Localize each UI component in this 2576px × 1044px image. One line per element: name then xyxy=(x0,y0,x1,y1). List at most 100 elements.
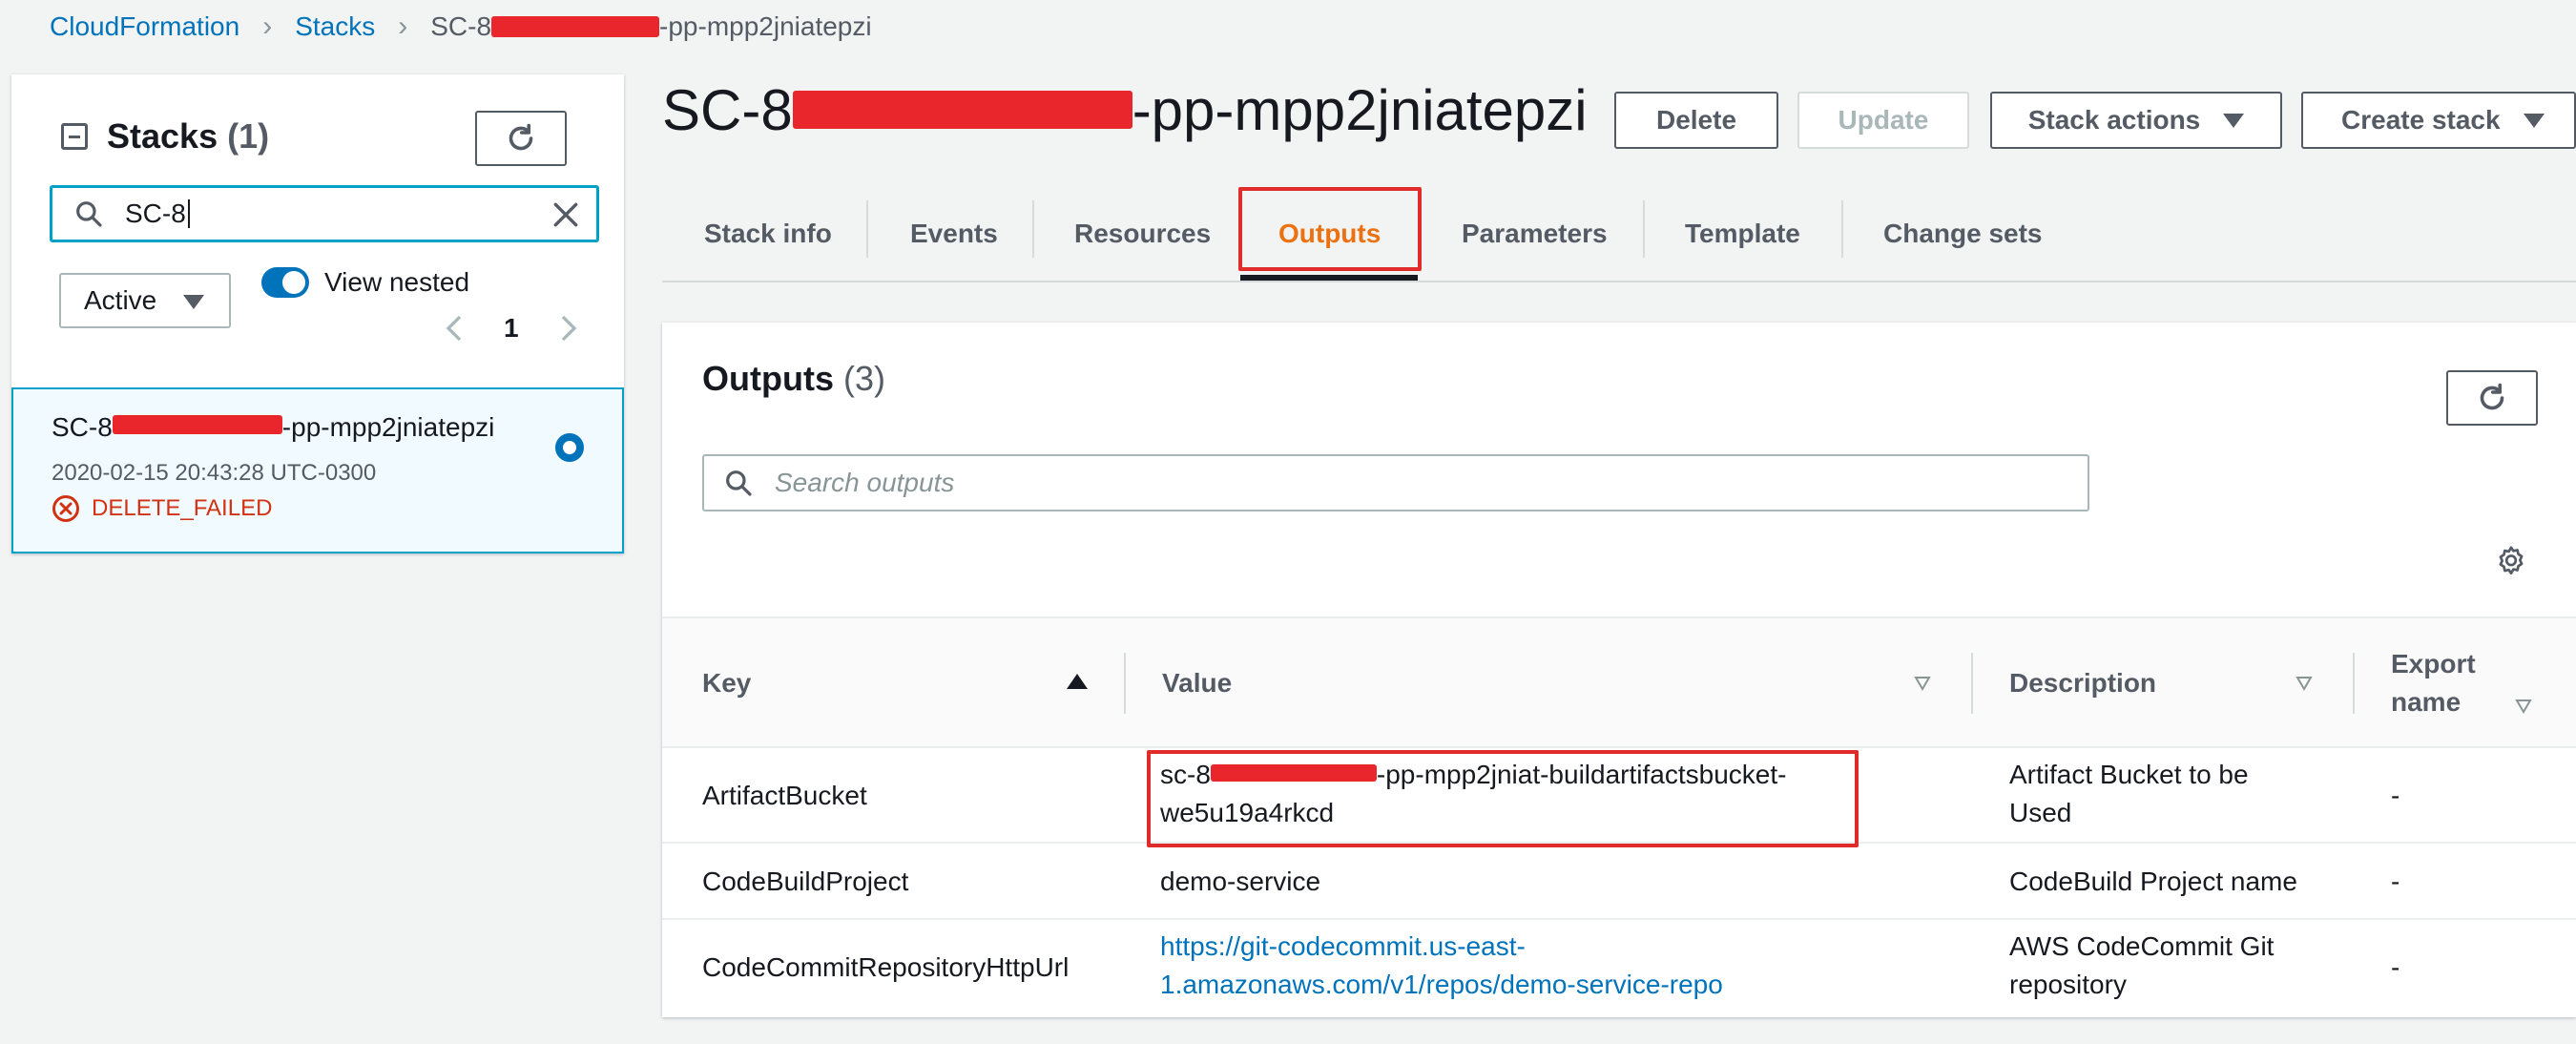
annotation-highlight-box xyxy=(1147,750,1859,847)
stacks-panel-count: (1) xyxy=(227,116,270,156)
tab-parameters[interactable]: Parameters xyxy=(1462,187,1608,281)
status-filter-value: Active xyxy=(84,285,157,315)
outputs-count: (3) xyxy=(843,359,885,398)
stacks-search-input[interactable]: SC-8 xyxy=(50,185,599,242)
clear-icon[interactable] xyxy=(551,199,581,230)
output-description: Artifact Bucket to be Used xyxy=(2009,756,2249,832)
table-row: CodeCommitRepositoryHttpUrl https://git-… xyxy=(662,920,2576,1017)
breadcrumb-separator-icon: › xyxy=(398,10,408,42)
chevron-left-icon[interactable] xyxy=(443,314,466,343)
collapse-icon[interactable] xyxy=(61,123,88,150)
stack-select-radio[interactable] xyxy=(555,433,584,462)
error-icon xyxy=(52,495,79,522)
output-description: AWS CodeCommit Git repository xyxy=(2009,928,2274,1004)
gear-icon[interactable] xyxy=(2494,544,2528,578)
delete-button[interactable]: Delete xyxy=(1614,92,1778,149)
output-key: CodeBuildProject xyxy=(702,867,909,896)
stack-name-prefix: SC-8 xyxy=(52,412,113,442)
annotation-highlight-box xyxy=(1238,187,1422,271)
redaction-mark xyxy=(491,16,660,37)
output-value-link[interactable]: https://git-codecommit.us-east- 1.amazon… xyxy=(1160,928,1723,1004)
stack-list-item[interactable]: SC-8 -pp-mpp2jniatepzi 2020-02-15 20:43:… xyxy=(11,387,624,553)
breadcrumb-current-prefix: SC-8 xyxy=(430,11,492,41)
tab-change-sets[interactable]: Change sets xyxy=(1883,187,2043,281)
active-tab-indicator xyxy=(1240,275,1418,281)
output-description-line-2: repository xyxy=(2009,970,2127,999)
caret-down-icon xyxy=(183,295,204,309)
chevron-right-icon[interactable] xyxy=(557,314,580,343)
output-key: CodeCommitRepositoryHttpUrl xyxy=(702,952,1070,982)
toggle-knob xyxy=(282,271,305,294)
stack-name: SC-8 -pp-mpp2jniatepzi xyxy=(52,412,494,443)
output-description-line-2: Used xyxy=(2009,798,2072,827)
breadcrumb: CloudFormation › Stacks › SC-8 -pp-mpp2j… xyxy=(50,8,872,46)
page-title: SC-8 -pp-mpp2jniatepzi xyxy=(662,76,1588,143)
column-header-description[interactable]: Description xyxy=(2009,618,2156,748)
breadcrumb-cloudformation-link[interactable]: CloudFormation xyxy=(50,11,239,42)
output-description-line-1: Artifact Bucket to be xyxy=(2009,760,2249,789)
output-description-line-1: AWS CodeCommit Git xyxy=(2009,931,2275,961)
refresh-icon xyxy=(509,123,533,151)
breadcrumb-current: SC-8 -pp-mpp2jniatepzi xyxy=(430,11,871,42)
tab-divider xyxy=(1032,200,1034,258)
view-nested-toggle[interactable] xyxy=(261,267,309,298)
stack-status-text: DELETE_FAILED xyxy=(92,495,273,521)
breadcrumb-stacks-link[interactable]: Stacks xyxy=(295,11,375,42)
tab-template[interactable]: Template xyxy=(1685,187,1800,281)
stacks-search-value: SC-8 xyxy=(125,198,186,228)
caret-down-icon xyxy=(2523,113,2545,128)
output-value-link-line-2: 1.amazonaws.com/v1/repos/demo-service-re… xyxy=(1160,970,1723,999)
output-value: demo-service xyxy=(1160,867,1321,896)
output-description: CodeBuild Project name xyxy=(2009,867,2297,896)
status-filter-select[interactable]: Active xyxy=(59,273,231,328)
refresh-outputs-button[interactable] xyxy=(2446,370,2538,426)
stack-actions-label: Stack actions xyxy=(2027,105,2201,135)
update-button[interactable]: Update xyxy=(1797,92,1969,149)
search-icon xyxy=(76,201,102,227)
output-key: ArtifactBucket xyxy=(702,781,867,810)
sort-icon[interactable] xyxy=(2515,699,2532,714)
outputs-search-input[interactable] xyxy=(775,468,2015,498)
column-header-key[interactable]: Key xyxy=(702,618,751,748)
tab-resources[interactable]: Resources xyxy=(1074,187,1211,281)
text-cursor xyxy=(187,199,190,228)
outputs-title-text: Outputs xyxy=(702,359,834,398)
pagination: 1 xyxy=(443,313,580,344)
stacks-panel: Stacks (1) SC-8 Active View nested 1 SC-… xyxy=(11,74,624,553)
column-divider xyxy=(1124,653,1126,714)
output-export-name: - xyxy=(2391,867,2400,896)
sort-icon[interactable] xyxy=(1914,676,1931,691)
output-export-name: - xyxy=(2391,781,2400,810)
tab-divider xyxy=(866,200,868,258)
outputs-search-field[interactable] xyxy=(702,454,2089,512)
tab-events[interactable]: Events xyxy=(910,187,998,281)
current-page[interactable]: 1 xyxy=(504,313,519,344)
create-stack-label: Create stack xyxy=(2341,105,2501,135)
stack-actions-button[interactable]: Stack actions xyxy=(1990,92,2282,149)
tab-divider xyxy=(1643,200,1645,258)
caret-down-icon xyxy=(2223,113,2245,128)
column-divider xyxy=(2353,653,2355,714)
breadcrumb-separator-icon: › xyxy=(262,10,273,42)
column-divider xyxy=(1971,653,1973,714)
tab-stack-info[interactable]: Stack info xyxy=(704,187,832,281)
stacks-panel-header: Stacks (1) xyxy=(61,116,269,157)
redaction-mark xyxy=(112,415,282,434)
column-header-export-name[interactable]: Export name xyxy=(2391,618,2505,748)
sort-ascending-icon[interactable] xyxy=(1067,674,1088,689)
stack-status: DELETE_FAILED xyxy=(52,494,272,523)
table-row: CodeBuildProject demo-service CodeBuild … xyxy=(662,844,2576,920)
stacks-panel-title: Stacks xyxy=(107,116,218,156)
page-title-suffix: -pp-mpp2jniatepzi xyxy=(1132,77,1588,142)
column-header-value[interactable]: Value xyxy=(1162,618,1232,748)
search-icon xyxy=(726,470,752,496)
view-nested-label: View nested xyxy=(324,267,470,297)
create-stack-button[interactable]: Create stack xyxy=(2301,92,2576,149)
breadcrumb-current-suffix: -pp-mpp2jniatepzi xyxy=(659,11,872,41)
stack-name-suffix: -pp-mpp2jniatepzi xyxy=(281,412,495,442)
sort-icon[interactable] xyxy=(2296,676,2313,691)
page-title-prefix: SC-8 xyxy=(662,77,793,142)
stack-created-date: 2020-02-15 20:43:28 UTC-0300 xyxy=(52,460,377,486)
stack-detail-tabs: Stack info Events Resources Outputs Para… xyxy=(662,187,2576,282)
refresh-stacks-button[interactable] xyxy=(475,111,567,166)
